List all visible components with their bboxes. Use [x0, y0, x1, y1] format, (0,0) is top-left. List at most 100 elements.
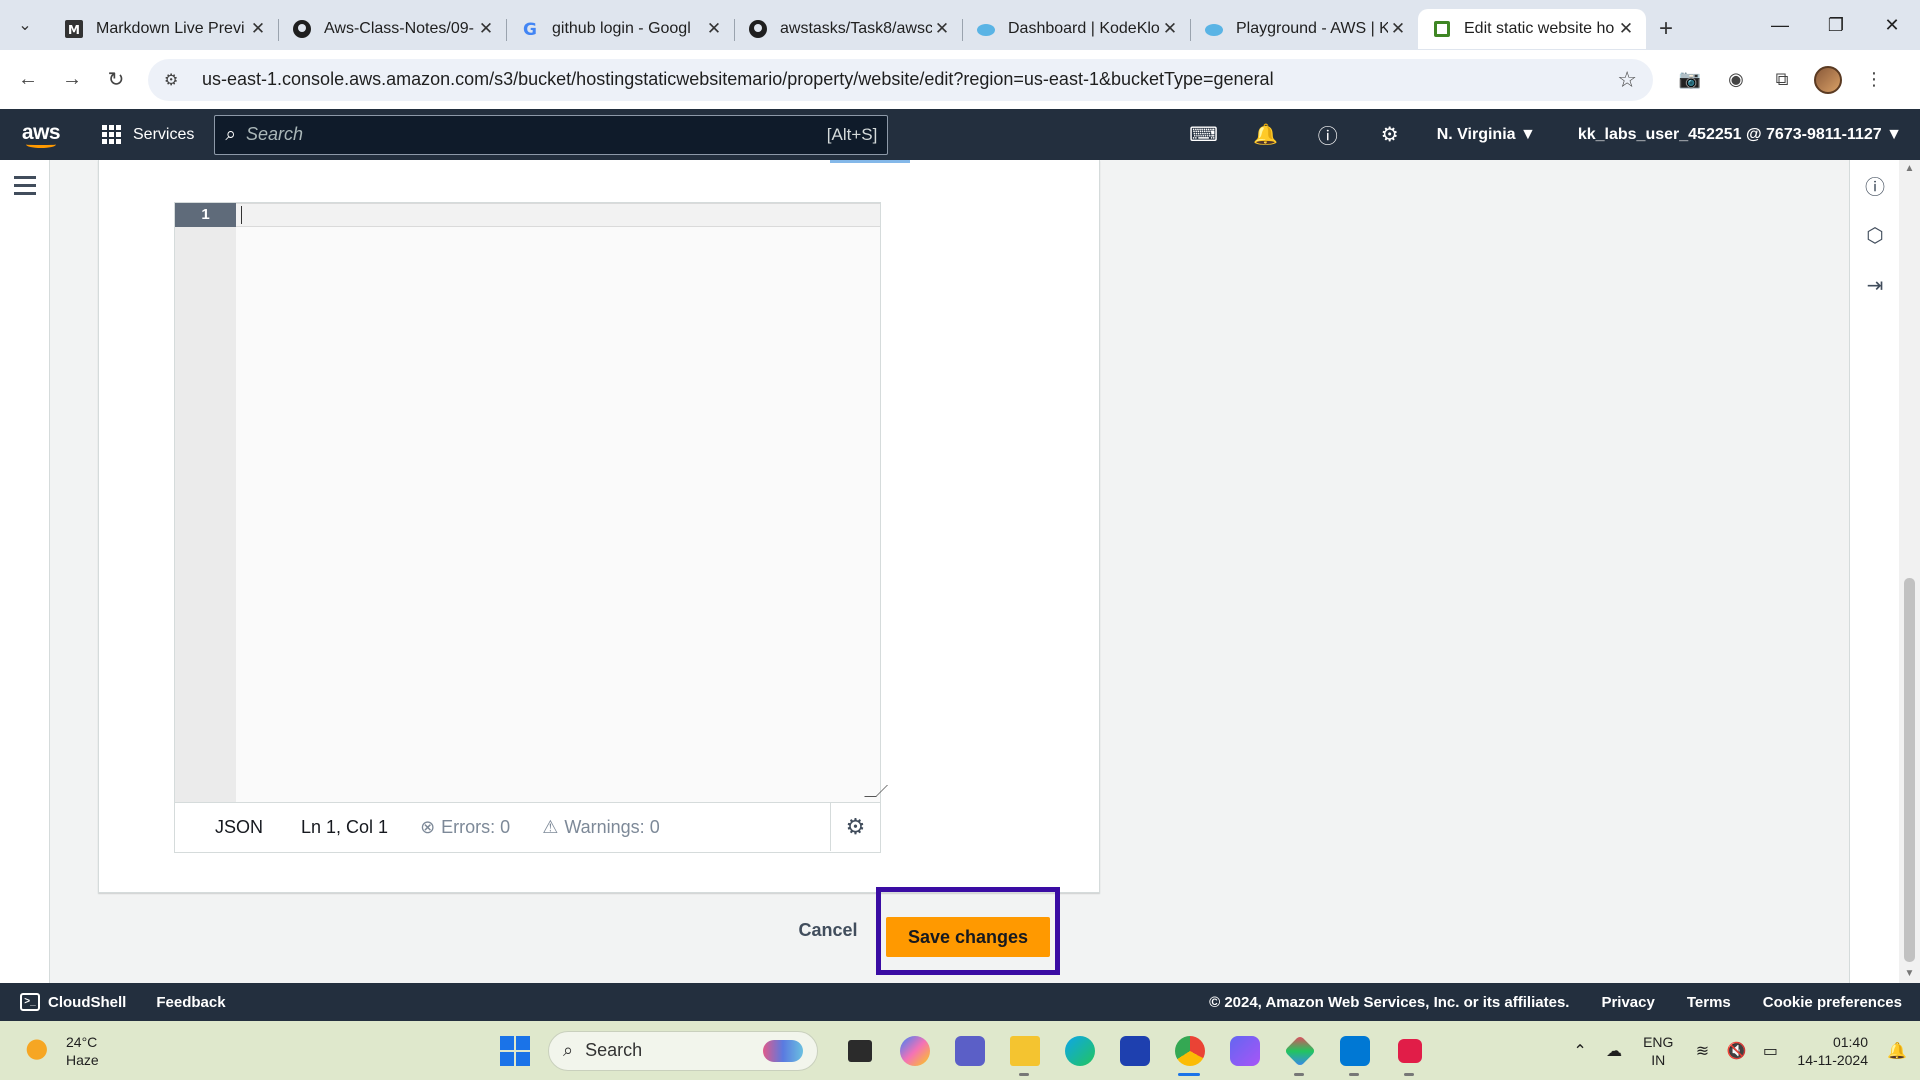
minimize-icon[interactable]: —: [1752, 0, 1808, 50]
time: 01:40: [1832, 1033, 1868, 1050]
new-tab-plus-icon[interactable]: +: [1646, 9, 1686, 49]
cancel-button[interactable]: Cancel: [778, 912, 878, 948]
editor-settings-gear-icon[interactable]: ⚙: [830, 803, 880, 851]
cloudshell-button[interactable]: >_ CloudShell: [20, 993, 126, 1011]
photos-icon[interactable]: [1272, 1021, 1327, 1080]
snipping-tool-icon[interactable]: [1382, 1021, 1437, 1080]
tab-title: github login - Googl: [552, 20, 691, 37]
extension-mask-icon[interactable]: ◉: [1713, 60, 1759, 100]
browser-menu-icon[interactable]: ⋮: [1851, 60, 1897, 100]
tab-title: Dashboard | KodeKlo: [1008, 20, 1160, 37]
windows-start-icon[interactable]: [500, 1035, 530, 1066]
scrollbar-thumb[interactable]: [1904, 578, 1915, 962]
chrome-icon[interactable]: [1162, 1021, 1217, 1080]
tab-close-icon[interactable]: ✕: [932, 19, 952, 39]
tab-close-icon[interactable]: ✕: [248, 19, 268, 39]
account-menu[interactable]: kk_labs_user_452251 @ 7673-9811-1127 ▼: [1564, 126, 1920, 144]
battery-icon[interactable]: ▭: [1753, 1041, 1787, 1061]
terms-link[interactable]: Terms: [1687, 994, 1731, 1011]
browser-tab[interactable]: Dashboard | KodeKlo ✕: [962, 9, 1191, 49]
tray-chevron-up-icon[interactable]: ⌃: [1563, 1041, 1597, 1061]
annotation-highlight-box: [876, 887, 1060, 975]
caret-down-icon: ▼: [1520, 125, 1536, 143]
copilot-icon[interactable]: [887, 1021, 942, 1080]
code-editor[interactable]: 1 JSON Ln 1, Col 1 ⊗ Errors: 0 ⚠ Warning…: [174, 202, 888, 853]
tab-close-icon[interactable]: ✕: [476, 19, 496, 39]
region-selector[interactable]: N. Virginia ▼: [1421, 126, 1564, 144]
browser-tab[interactable]: Playground - AWS | K ✕: [1190, 9, 1419, 49]
bookmark-star-icon[interactable]: ☆: [1617, 67, 1637, 93]
console-body: 1 JSON Ln 1, Col 1 ⊗ Errors: 0 ⚠ Warning…: [0, 160, 1920, 983]
file-explorer-icon[interactable]: [997, 1021, 1052, 1080]
main-content: 1 JSON Ln 1, Col 1 ⊗ Errors: 0 ⚠ Warning…: [50, 160, 1849, 983]
scroll-down-icon[interactable]: ▼: [1899, 965, 1920, 983]
task-view-icon[interactable]: [832, 1021, 887, 1080]
google-icon: G: [520, 19, 540, 39]
error-circle-icon: ⊗: [420, 817, 436, 837]
warnings-indicator[interactable]: ⚠ Warnings: 0: [542, 817, 660, 838]
github-icon: [292, 19, 312, 39]
camera-icon[interactable]: 📷: [1667, 60, 1713, 100]
tab-close-icon[interactable]: ✕: [1388, 19, 1408, 39]
avatar: [1814, 65, 1842, 94]
scroll-up-icon[interactable]: ▲: [1899, 160, 1920, 178]
window-controls: — ❐ ✕: [1752, 0, 1920, 50]
aws-search-input[interactable]: ⌕ Search [Alt+S]: [214, 114, 889, 155]
url-text[interactable]: us-east-1.console.aws.amazon.com/s3/buck…: [202, 69, 1617, 90]
cloudshell-icon[interactable]: ⌨: [1173, 109, 1235, 160]
settings-gear-icon[interactable]: ⚙: [1359, 109, 1421, 160]
page-scrollbar[interactable]: ▲ ▼: [1899, 160, 1920, 983]
hexagon-icon[interactable]: ⬡: [1850, 210, 1900, 260]
help-icon[interactable]: ⓘ: [1297, 109, 1359, 160]
feedback-link[interactable]: Feedback: [156, 994, 225, 1011]
close-window-icon[interactable]: ✕: [1864, 0, 1920, 50]
notifications-bell-icon[interactable]: 🔔: [1235, 109, 1297, 160]
tab-search-chevron-icon[interactable]: ⌄: [0, 0, 50, 50]
extensions-puzzle-icon[interactable]: ⧉: [1759, 60, 1805, 100]
taskbar-search-input[interactable]: ⌕ Search: [548, 1030, 818, 1071]
onedrive-icon[interactable]: ☁: [1597, 1041, 1631, 1061]
taskbar-search-placeholder: Search: [585, 1040, 643, 1060]
input-language[interactable]: ENG IN: [1643, 1033, 1673, 1069]
reload-icon[interactable]: ↻: [94, 60, 138, 100]
browser-tab-active[interactable]: Edit static website ho ✕: [1418, 9, 1646, 49]
clock[interactable]: 01:40 14-11-2024: [1797, 1033, 1868, 1069]
browser-tab[interactable]: G github login - Googl ✕: [506, 9, 735, 49]
wifi-icon[interactable]: ≋: [1685, 1041, 1719, 1061]
caret-down-icon: ▼: [1886, 125, 1902, 143]
errors-indicator[interactable]: ⊗ Errors: 0: [420, 817, 510, 838]
aws-logo[interactable]: aws: [0, 109, 82, 160]
teams-icon[interactable]: [942, 1021, 997, 1080]
browser-tab[interactable]: Aws-Class-Notes/09- ✕: [278, 9, 507, 49]
copilot-app-icon[interactable]: [1217, 1021, 1272, 1080]
hamburger-menu-icon[interactable]: [14, 176, 36, 200]
weather-widget[interactable]: 24°C Haze: [24, 1033, 99, 1069]
browser-tab[interactable]: M Markdown Live Previ ✕: [50, 9, 279, 49]
s3-icon: [1432, 19, 1452, 39]
cookie-preferences-link[interactable]: Cookie preferences: [1763, 994, 1902, 1011]
panel-toggle-icon[interactable]: ⇥: [1850, 260, 1900, 310]
site-info-icon[interactable]: ⚙: [164, 70, 188, 90]
browser-tab[interactable]: awstasks/Task8/awsc ✕: [734, 9, 963, 49]
tab-close-icon[interactable]: ✕: [1160, 19, 1180, 39]
store-icon[interactable]: [1107, 1021, 1162, 1080]
active-line: [236, 203, 880, 227]
tab-close-icon[interactable]: ✕: [1616, 19, 1636, 39]
warning-triangle-icon: ⚠: [542, 817, 559, 837]
volume-muted-icon[interactable]: 🔇: [1719, 1041, 1753, 1061]
svg-text:M: M: [68, 23, 80, 37]
info-icon[interactable]: ⓘ: [1850, 160, 1900, 210]
vscode-icon[interactable]: [1327, 1021, 1382, 1080]
edge-icon[interactable]: [1052, 1021, 1107, 1080]
notification-bell-icon[interactable]: 🔔: [1882, 1041, 1912, 1061]
forward-arrow-icon[interactable]: →: [50, 60, 94, 100]
privacy-link[interactable]: Privacy: [1601, 994, 1654, 1011]
tab-close-icon[interactable]: ✕: [704, 19, 724, 39]
address-bar[interactable]: ⚙ us-east-1.console.aws.amazon.com/s3/bu…: [148, 58, 1653, 101]
restore-icon[interactable]: ❐: [1808, 0, 1864, 50]
resize-handle-icon[interactable]: [864, 785, 888, 797]
search-icon: ⌕: [563, 1040, 574, 1060]
back-arrow-icon[interactable]: ←: [6, 60, 50, 100]
services-menu[interactable]: Services: [102, 125, 194, 144]
profile-avatar[interactable]: [1805, 60, 1851, 100]
